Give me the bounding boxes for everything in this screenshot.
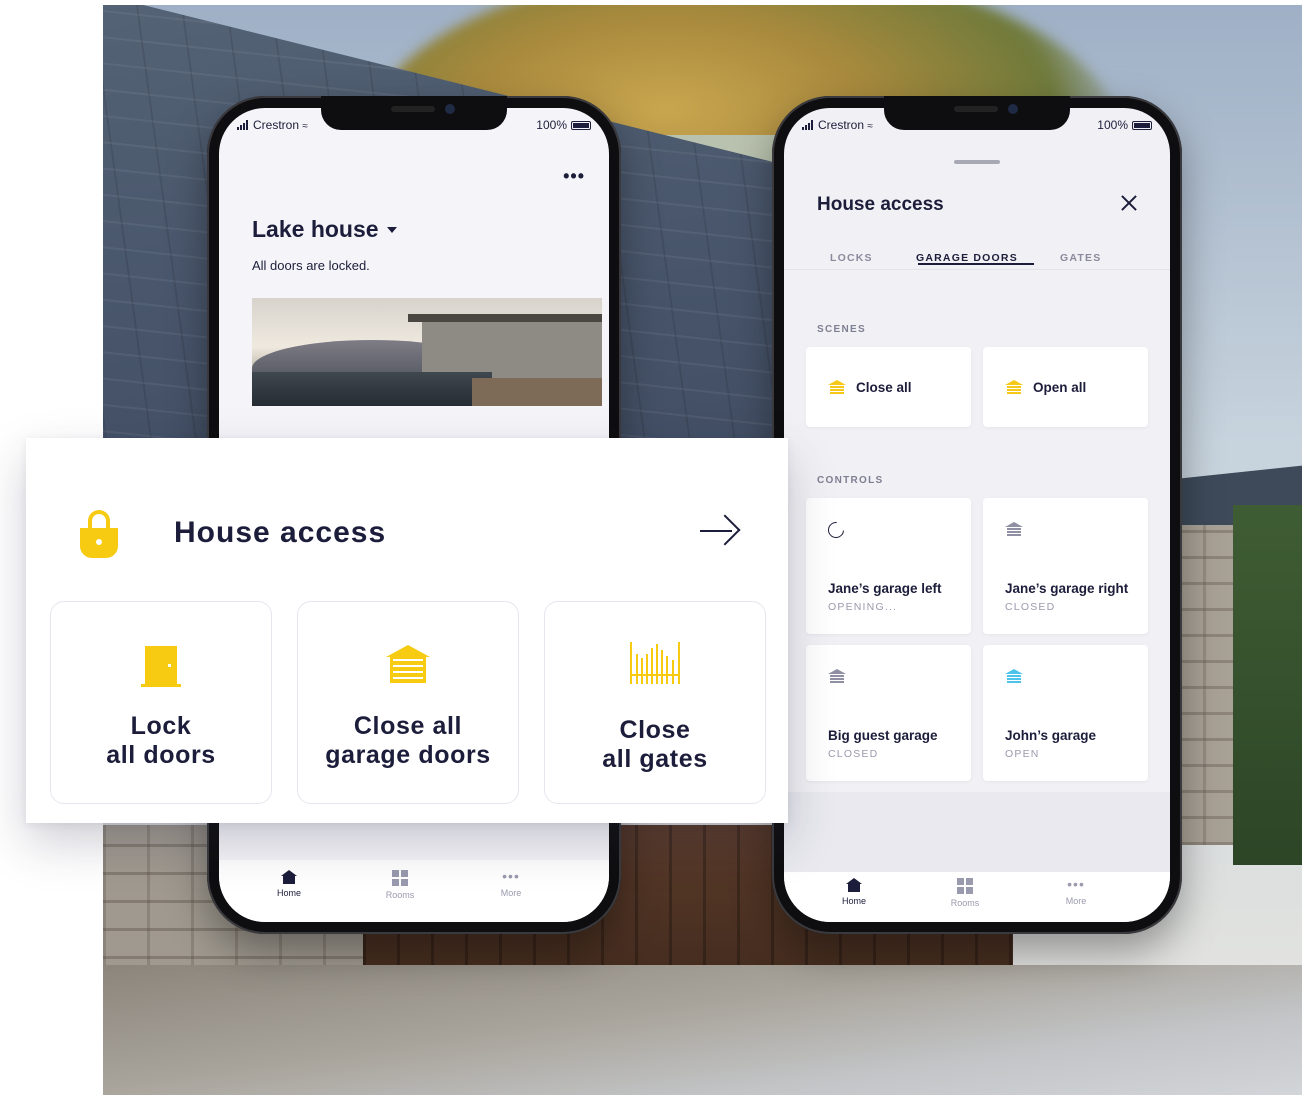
tile-label-line: Lock [130,712,192,740]
tab-home[interactable]: Home [814,878,894,906]
tab-label: More [500,888,522,898]
home-icon [281,870,297,884]
tab-label: Home [841,896,866,906]
tab-locks[interactable]: LOCKS [830,252,873,264]
tab-bar: Home Rooms ••• More [219,860,609,922]
home-name: Lake house [252,216,379,242]
house-access-card: House access Lock all doors Close all ga… [26,438,788,823]
spinner-icon [824,518,848,542]
close-all-gates-button[interactable]: Close all gates [544,601,766,804]
battery-icon [1132,120,1152,130]
tab-rooms[interactable]: Rooms [925,878,1005,908]
close-all-garage-doors-button[interactable]: Close all garage doors [297,601,519,804]
tile-label-line: all gates [602,745,708,773]
home-photo [252,298,602,406]
more-icon: ••• [502,868,520,884]
door-icon [141,646,181,687]
tab-rooms[interactable]: Rooms [360,870,440,900]
garage-door-icon [386,645,430,683]
tab-label: More [1065,896,1087,906]
tab-label: Home [276,888,301,898]
rooms-icon [392,870,408,886]
tile-label-line: garage doors [325,741,491,769]
arrow-right-icon[interactable] [698,514,741,548]
scene-open-all[interactable]: Open all [983,347,1148,427]
carrier-name: Crestron [818,118,865,132]
control-name: Big guest garage [828,728,938,743]
sheet-bottom-area [784,792,1170,872]
control-big-guest-garage[interactable]: Big guest garage CLOSED [806,645,971,781]
wifi-icon: ≈ [302,121,308,132]
control-state: OPEN [1005,748,1040,760]
tile-label-line: Close all [353,712,463,740]
tile-label: Close all gates [545,716,765,774]
battery: 100% [536,118,591,132]
lock-icon [80,510,118,558]
control-state: CLOSED [828,748,879,760]
card-title: House access [174,516,387,549]
battery-icon [571,120,591,130]
home-selector[interactable]: Lake house [252,216,397,243]
home-icon [846,878,862,892]
tile-label-line: all doors [106,741,216,769]
more-icon: ••• [1067,876,1085,892]
caret-down-icon [386,227,397,233]
control-janes-garage-right[interactable]: Jane’s garage right CLOSED [983,498,1148,634]
section-label-controls: CONTROLS [817,475,884,486]
hedge [1233,505,1302,865]
tab-home[interactable]: Home [249,870,329,898]
phone-right-screen: Crestron ≈ 100% House access LOCKS GARAG… [784,108,1170,922]
control-state: CLOSED [1005,601,1056,613]
driveway [103,965,1302,1095]
tile-label: Close all garage doors [298,712,518,770]
battery-percent: 100% [1097,118,1128,132]
tab-more[interactable]: ••• More [1036,876,1116,906]
close-icon[interactable] [1120,194,1138,212]
lock-all-doors-button[interactable]: Lock all doors [50,601,272,804]
tile-label-line: Close [619,716,691,744]
sheet-title: House access [817,194,944,215]
battery: 100% [1097,118,1152,132]
scene-close-all[interactable]: Close all [806,347,971,427]
tile-label: Lock all doors [51,712,271,770]
tab-gates[interactable]: GATES [1060,252,1101,264]
sheet-drag-handle[interactable] [954,160,1000,164]
carrier: Crestron ≈ [237,118,308,132]
phone-notch [884,96,1070,130]
signal-icon [802,120,816,130]
control-name: Jane’s garage left [828,581,942,596]
carrier-name: Crestron [253,118,300,132]
garage-closed-icon [828,380,846,394]
tab-bar: Home Rooms ••• More [784,872,1170,922]
control-state: OPENING... [828,601,898,613]
control-janes-garage-left[interactable]: Jane’s garage left OPENING... [806,498,971,634]
garage-open-icon [1005,669,1023,683]
tab-label: Rooms [950,898,980,908]
control-name: Jane’s garage right [1005,581,1129,596]
scene-label: Close all [856,379,912,395]
garage-icon [1005,522,1023,536]
control-johns-garage[interactable]: John’s garage OPEN [983,645,1148,781]
scene-label: Open all [1033,379,1087,395]
garage-icon [828,669,846,683]
garage-open-icon [1005,380,1023,394]
wifi-icon: ≈ [867,121,873,132]
gate-icon [630,642,680,684]
tab-more[interactable]: ••• More [471,868,551,898]
phone-right: Crestron ≈ 100% House access LOCKS GARAG… [772,96,1182,934]
control-name: John’s garage [1005,728,1097,743]
home-status: All doors are locked. [252,258,370,273]
carrier: Crestron ≈ [802,118,873,132]
section-label-scenes: SCENES [817,324,866,335]
active-tab-indicator [918,263,1034,265]
rooms-icon [957,878,973,894]
battery-percent: 100% [536,118,567,132]
signal-icon [237,120,251,130]
tab-label: Rooms [385,890,415,900]
more-options-icon[interactable]: ••• [563,166,585,187]
phone-notch [321,96,507,130]
